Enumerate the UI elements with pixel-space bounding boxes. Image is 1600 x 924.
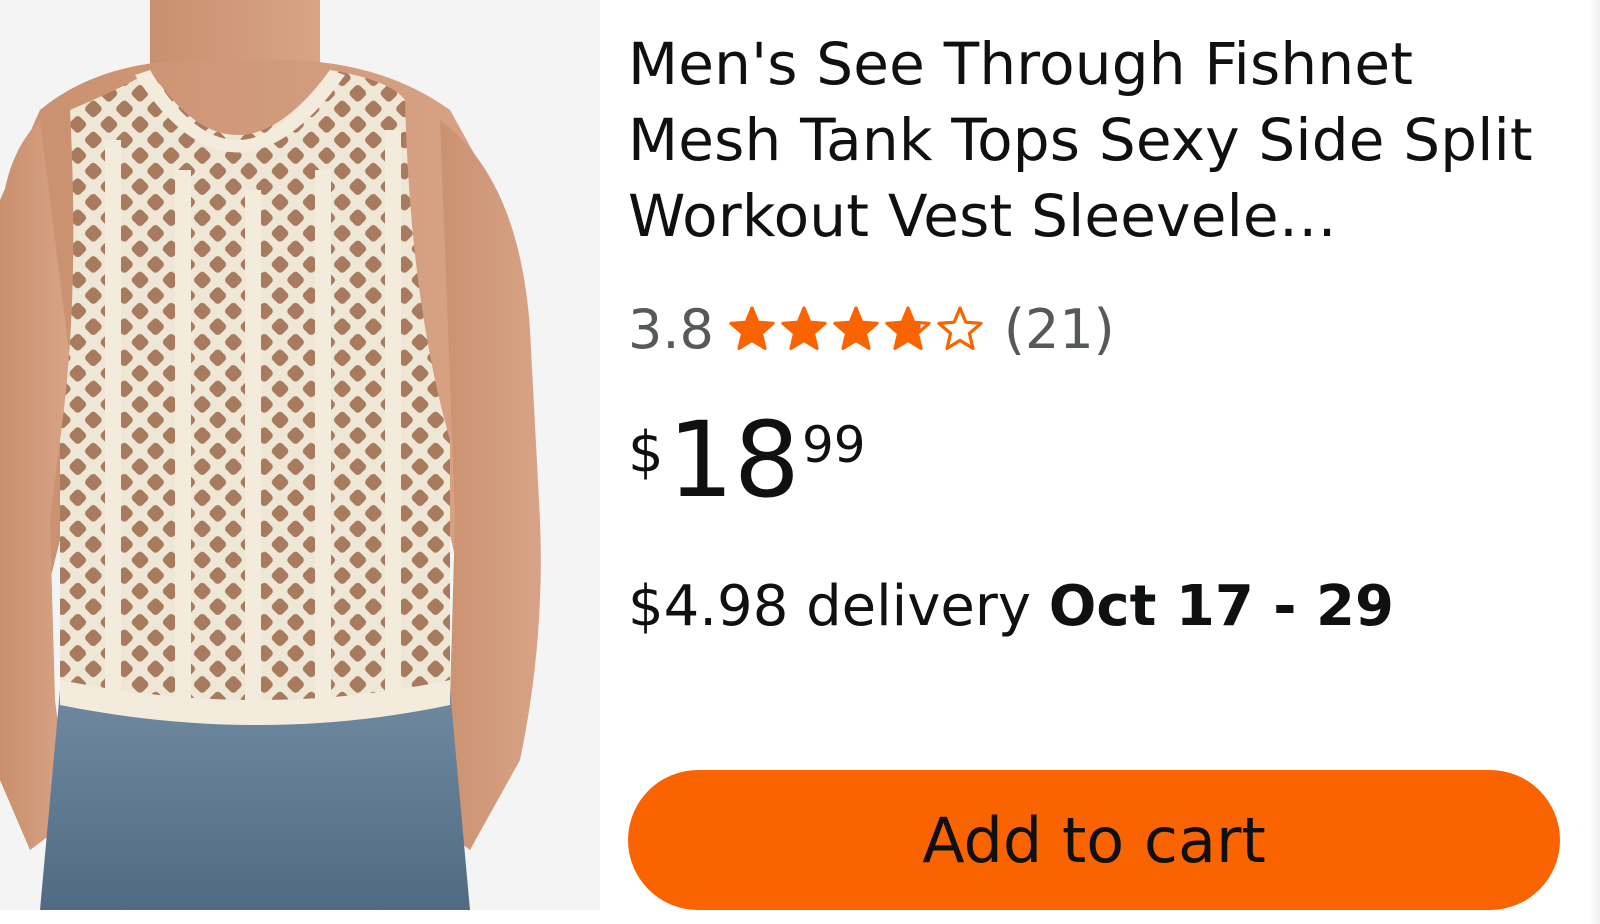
star-empty-icon: [937, 306, 983, 351]
rating-row[interactable]: 3.8 (21): [628, 294, 1558, 364]
product-info: Men's See Through Fishnet Mesh Tank Tops…: [628, 26, 1558, 639]
price: $ 18 99: [628, 408, 1558, 512]
price-fraction: 99: [801, 416, 866, 474]
price-currency-symbol: $: [628, 420, 664, 485]
delivery-info: $4.98 delivery Oct 17 - 29: [628, 574, 1558, 639]
star-rating: [728, 305, 988, 353]
add-to-cart-button[interactable]: Add to cart: [628, 770, 1560, 910]
star-full-icon: [729, 306, 775, 351]
card-edge: [1588, 0, 1600, 924]
star-partial-icon: [885, 306, 931, 351]
price-whole: 18: [667, 399, 800, 521]
product-photo: [0, 0, 600, 910]
delivery-date: Oct 17 - 29: [1048, 574, 1394, 639]
delivery-text: $4.98 delivery: [628, 574, 1049, 639]
rating-count[interactable]: (21): [1004, 298, 1115, 361]
star-full-icon: [833, 306, 879, 351]
product-image[interactable]: [0, 0, 600, 910]
product-title[interactable]: Men's See Through Fishnet Mesh Tank Tops…: [628, 26, 1548, 254]
rating-value: 3.8: [628, 297, 714, 361]
star-full-icon: [781, 306, 827, 351]
product-card: Men's See Through Fishnet Mesh Tank Tops…: [0, 0, 1600, 924]
